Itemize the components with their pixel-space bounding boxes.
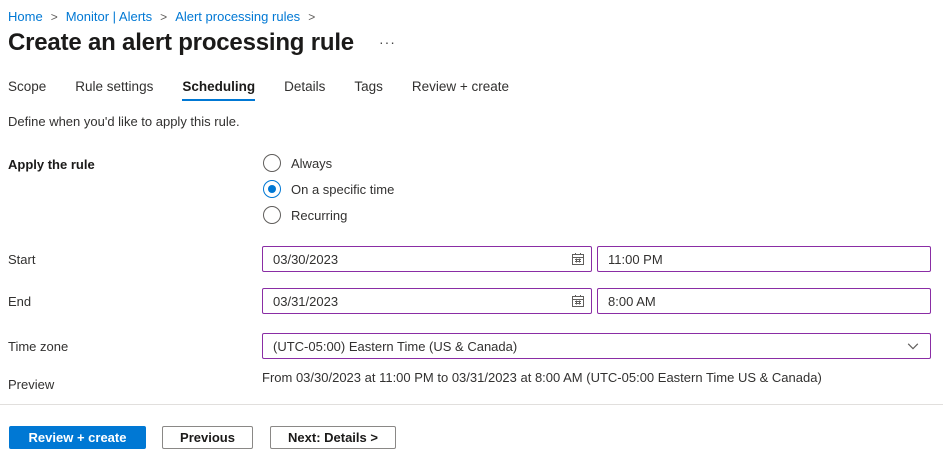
breadcrumb-separator-icon: > <box>308 8 315 26</box>
end-date-input[interactable] <box>263 294 565 309</box>
next-details-button[interactable]: Next: Details > <box>270 426 396 449</box>
time-zone-select[interactable]: (UTC-05:00) Eastern Time (US & Canada) <box>262 333 931 359</box>
radio-unselected-icon <box>263 206 281 224</box>
tab-scope[interactable]: Scope <box>8 79 46 101</box>
preview-label: Preview <box>8 377 54 392</box>
start-date-field <box>262 246 592 272</box>
start-time-field <box>597 246 931 272</box>
end-time-input[interactable] <box>598 294 930 309</box>
tab-rule-settings[interactable]: Rule settings <box>75 79 153 101</box>
page-title: Create an alert processing rule <box>8 27 354 59</box>
radio-always-label: Always <box>291 156 332 171</box>
radio-on-a-specific-time-label: On a specific time <box>291 182 394 197</box>
time-zone-value: (UTC-05:00) Eastern Time (US & Canada) <box>273 339 517 354</box>
tab-tags[interactable]: Tags <box>354 79 383 101</box>
end-time-field <box>597 288 931 314</box>
radio-on-a-specific-time[interactable]: On a specific time <box>263 180 394 198</box>
radio-selected-icon <box>263 180 281 198</box>
radio-unselected-icon <box>263 154 281 172</box>
apply-rule-radio-group: Always On a specific time Recurring <box>263 154 394 224</box>
end-label: End <box>8 294 31 309</box>
create-alert-processing-rule-page: Home > Monitor | Alerts > Alert processi… <box>0 0 943 456</box>
radio-recurring-label: Recurring <box>291 208 347 223</box>
calendar-icon[interactable] <box>565 289 591 313</box>
breadcrumb-link-alert-processing-rules[interactable]: Alert processing rules <box>175 8 300 26</box>
previous-button[interactable]: Previous <box>162 426 253 449</box>
tab-scheduling[interactable]: Scheduling <box>182 79 255 101</box>
calendar-icon[interactable] <box>565 247 591 271</box>
apply-the-rule-label: Apply the rule <box>8 157 95 172</box>
start-time-input[interactable] <box>598 252 930 267</box>
start-date-input[interactable] <box>263 252 565 267</box>
chevron-down-icon <box>906 339 920 353</box>
breadcrumb: Home > Monitor | Alerts > Alert processi… <box>8 8 315 26</box>
preview-value: From 03/30/2023 at 11:00 PM to 03/31/202… <box>262 370 937 385</box>
title-row: Create an alert processing rule ··· <box>8 27 396 59</box>
tab-details[interactable]: Details <box>284 79 325 101</box>
breadcrumb-link-home[interactable]: Home <box>8 8 43 26</box>
radio-recurring[interactable]: Recurring <box>263 206 394 224</box>
breadcrumb-link-monitor-alerts[interactable]: Monitor | Alerts <box>66 8 152 26</box>
footer-divider <box>0 404 943 405</box>
radio-always[interactable]: Always <box>263 154 394 172</box>
tab-review-create[interactable]: Review + create <box>412 79 509 101</box>
more-options-icon[interactable]: ··· <box>379 35 396 49</box>
breadcrumb-separator-icon: > <box>160 8 167 26</box>
time-zone-label: Time zone <box>8 339 68 354</box>
breadcrumb-separator-icon: > <box>51 8 58 26</box>
tab-bar: Scope Rule settings Scheduling Details T… <box>8 79 509 101</box>
review-create-button[interactable]: Review + create <box>9 426 146 449</box>
page-description: Define when you'd like to apply this rul… <box>8 114 240 129</box>
start-label: Start <box>8 252 35 267</box>
end-date-field <box>262 288 592 314</box>
